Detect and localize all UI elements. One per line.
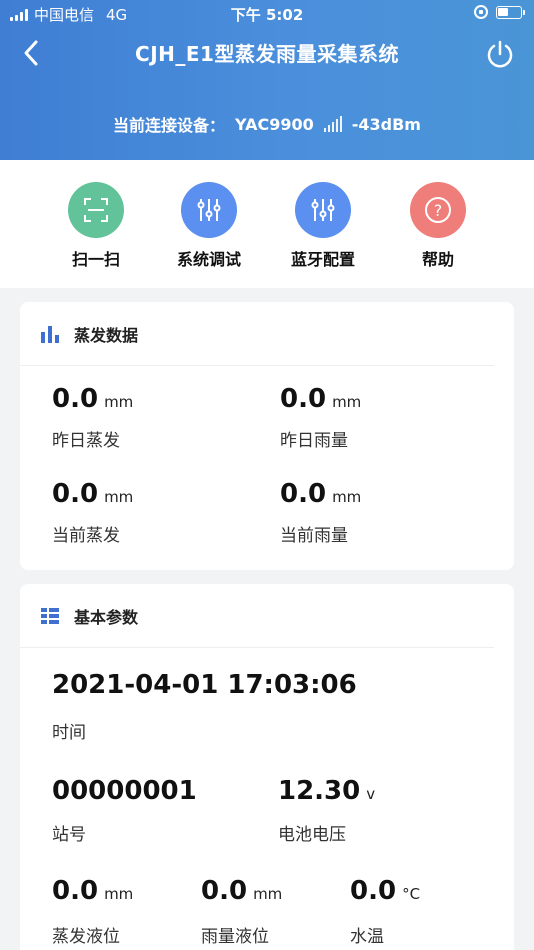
sliders-icon	[295, 182, 351, 238]
rain-level-label: 雨量液位	[201, 927, 269, 947]
rotation-lock-icon	[474, 5, 488, 19]
basic-params-card: 基本参数 2021-04-01 17:03:06 时间 00000001 站号 …	[20, 584, 514, 950]
basic-params-card-header: 基本参数	[20, 584, 494, 648]
page-title: CJH_E1型蒸发雨量采集系统	[135, 42, 399, 66]
bluetooth-config-label: 蓝牙配置	[290, 250, 355, 269]
power-icon	[487, 40, 513, 68]
scan-icon	[68, 182, 124, 238]
help-label: 帮助	[421, 250, 454, 269]
list-icon	[41, 607, 59, 624]
water-temp-label: 水温	[350, 927, 384, 947]
sliders-icon	[181, 182, 237, 238]
connected-device: 当前连接设备： YAC9900 -43dBm	[0, 112, 534, 136]
signal-strength-icon	[323, 116, 342, 132]
evap-level-value: 0.0 mm	[52, 876, 134, 906]
quick-actions: 扫一扫 系统调试 蓝牙配置 ? 帮助	[0, 160, 534, 288]
current-evaporation-value: 0.0 mm	[52, 479, 134, 509]
help-button[interactable]: ? 帮助	[383, 182, 493, 270]
datetime-value: 2021-04-01 17:03:06	[52, 670, 357, 700]
device-label: 当前连接设备：	[113, 116, 226, 135]
current-evaporation-label: 当前蒸发	[52, 526, 120, 546]
power-button[interactable]	[484, 38, 516, 70]
scan-label: 扫一扫	[71, 250, 120, 269]
system-debug-button[interactable]: 系统调试	[154, 182, 264, 270]
bar-chart-icon	[41, 325, 59, 343]
rssi-value: -43dBm	[351, 114, 421, 134]
basic-params-card-title: 基本参数	[74, 607, 139, 627]
app-header: 中国电信 4G 下午 5:02 CJH_E1型蒸发雨量采集系统 当前连接设备： …	[0, 0, 534, 160]
back-button[interactable]	[18, 38, 48, 68]
station-id-label: 站号	[52, 825, 86, 845]
help-icon: ?	[410, 182, 466, 238]
evaporation-card: 蒸发数据 0.0 mm 昨日蒸发 0.0 mm 昨日雨量 0.0 mm 当前蒸发 0.…	[20, 302, 514, 570]
rain-level-value: 0.0 mm	[201, 876, 283, 906]
battery-icon	[496, 5, 525, 19]
battery-voltage-value: 12.30 v	[278, 776, 376, 806]
status-bar: 中国电信 4G 下午 5:02	[0, 0, 534, 28]
yesterday-evaporation-value: 0.0 mm	[52, 384, 134, 414]
evap-level-label: 蒸发液位	[52, 927, 120, 947]
yesterday-rainfall-label: 昨日雨量	[280, 431, 348, 451]
current-rainfall-label: 当前雨量	[280, 526, 348, 546]
evaporation-card-title: 蒸发数据	[74, 325, 139, 345]
status-time: 下午 5:02	[230, 6, 304, 24]
datetime-label: 时间	[52, 723, 86, 743]
device-name: YAC9900	[235, 114, 314, 134]
svg-text:?: ?	[434, 201, 443, 220]
current-rainfall-value: 0.0 mm	[280, 479, 362, 509]
chevron-left-icon	[24, 40, 38, 66]
battery-voltage-label: 电池电压	[278, 825, 346, 845]
system-debug-label: 系统调试	[176, 250, 241, 269]
yesterday-evaporation-label: 昨日蒸发	[52, 431, 120, 451]
evaporation-card-header: 蒸发数据	[20, 302, 494, 366]
station-id-value: 00000001	[52, 776, 197, 806]
yesterday-rainfall-value: 0.0 mm	[280, 384, 362, 414]
scan-button[interactable]: 扫一扫	[41, 182, 151, 270]
water-temp-value: 0.0 °C	[350, 876, 421, 906]
bluetooth-config-button[interactable]: 蓝牙配置	[268, 182, 378, 270]
status-right	[474, 5, 525, 19]
